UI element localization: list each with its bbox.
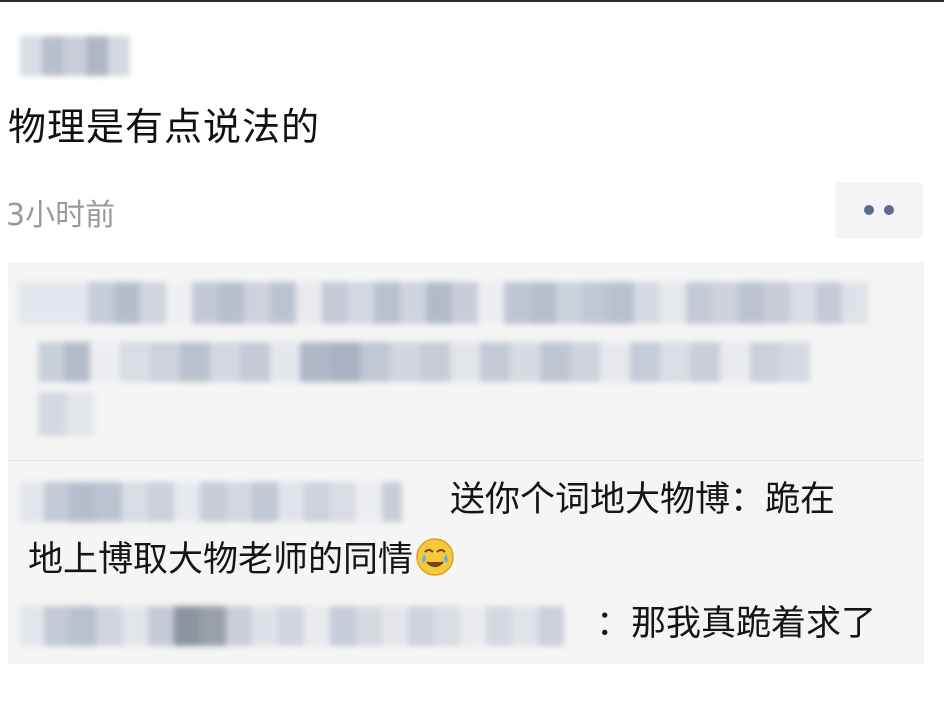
likes-comments-divider xyxy=(8,460,924,461)
commenter-name-redacted[interactable] xyxy=(20,482,402,522)
top-divider xyxy=(0,0,944,2)
commenter-name-redacted[interactable] xyxy=(20,606,564,646)
liker-names-redacted[interactable] xyxy=(38,342,810,382)
comment-text: 送你个词地大物博：跪在 xyxy=(450,480,836,520)
post-timestamp: 3小时前 xyxy=(6,198,116,233)
comment-text: ：那我真跪着求了 xyxy=(596,604,877,644)
comment-text: 地上博取大物老师的同情 xyxy=(28,528,455,592)
interaction-panel: 送你个词地大物博：跪在 地上博取大物老师的同情 ：那我真跪着求了 xyxy=(8,262,924,664)
likes-list-redacted xyxy=(8,262,924,460)
more-options-button[interactable] xyxy=(835,182,923,238)
face-with-tears-emoji-icon xyxy=(416,538,454,576)
poster-name-redacted[interactable] xyxy=(20,36,130,76)
post-content: 物理是有点说法的 xyxy=(8,105,321,149)
more-dots-icon xyxy=(884,205,894,215)
comment-text-line: 地上博取大物老师的同情 xyxy=(28,540,414,580)
more-dots-icon xyxy=(864,205,874,215)
liker-names-redacted[interactable] xyxy=(38,392,94,436)
liker-names-redacted[interactable] xyxy=(18,282,868,324)
